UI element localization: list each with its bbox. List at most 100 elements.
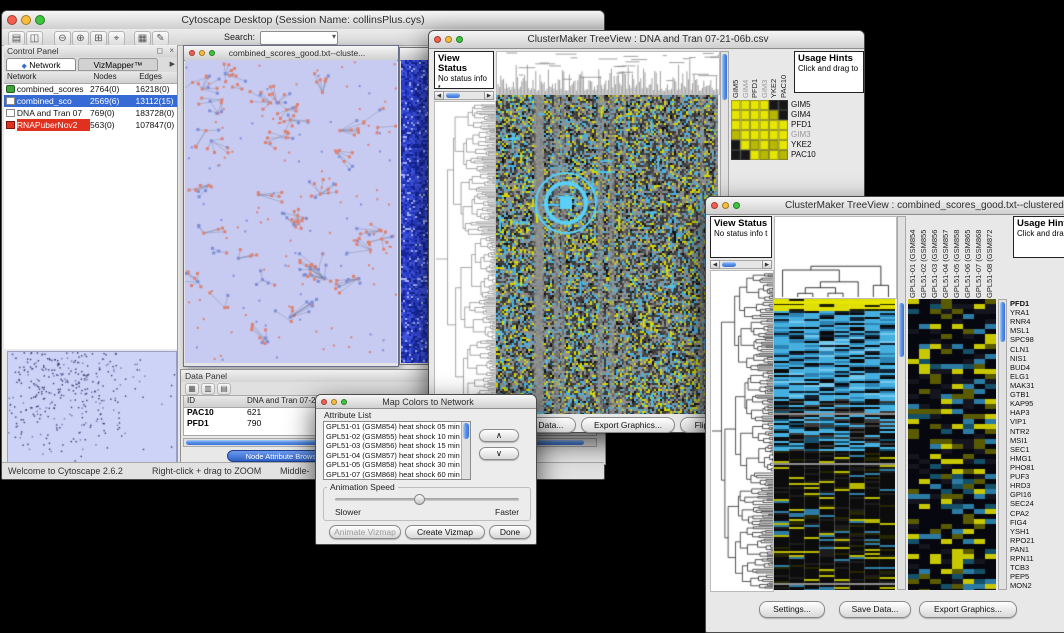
column-label[interactable]: GPL51-02 (GSM855: [919, 216, 930, 298]
zoom-button[interactable]: [341, 399, 347, 405]
close-panel-icon[interactable]: ×: [169, 46, 174, 55]
close-button[interactable]: [189, 50, 195, 56]
save-session-icon[interactable]: ◫: [26, 31, 43, 46]
scrollbar-thumb[interactable]: [463, 423, 469, 439]
gene-label[interactable]: MAK31: [1010, 381, 1062, 390]
open-session-icon[interactable]: ▤: [8, 31, 25, 46]
column-dendrogram-canvas[interactable]: [496, 51, 720, 95]
table-mode-icon[interactable]: ▥: [201, 383, 215, 395]
export-graphics-button[interactable]: Export Graphics...: [581, 417, 675, 433]
scrollbar-thumb[interactable]: [899, 303, 904, 357]
zoom-fit-icon[interactable]: ⊞: [90, 31, 107, 46]
row-label[interactable]: YKE2: [791, 140, 831, 150]
gene-label[interactable]: CLN1: [1010, 345, 1062, 354]
gene-label[interactable]: PFD1: [1010, 299, 1062, 308]
export-graphics-button[interactable]: Export Graphics...: [919, 601, 1017, 618]
close-button[interactable]: [321, 399, 327, 405]
gene-label[interactable]: CPA2: [1010, 509, 1062, 518]
treeview-combined-titlebar[interactable]: ClusterMaker TreeView : combined_scores_…: [706, 197, 1064, 215]
gene-label[interactable]: MSI1: [1010, 436, 1062, 445]
scrollbar-thumb[interactable]: [722, 54, 727, 100]
column-label[interactable]: PAC10: [779, 51, 789, 98]
settings-button[interactable]: Settings...: [759, 601, 825, 618]
tab-network[interactable]: ◆ Network: [6, 58, 76, 71]
minimize-button[interactable]: [445, 36, 452, 43]
gene-label[interactable]: ELG1: [1010, 372, 1062, 381]
listbox-vscrollbar[interactable]: [461, 422, 470, 479]
move-up-button[interactable]: ∧: [479, 429, 519, 442]
attribute-item[interactable]: GPL51-03 (GSM856) heat shock 15 min: [324, 441, 461, 451]
scroll-track[interactable]: [444, 91, 484, 100]
heatmap-vscrollbar[interactable]: [897, 216, 906, 590]
gene-label[interactable]: RPN11: [1010, 554, 1062, 563]
scrollbar-thumb[interactable]: [722, 262, 736, 267]
minimize-button[interactable]: [21, 15, 31, 25]
gene-label[interactable]: FIG4: [1010, 518, 1062, 527]
gene-label[interactable]: YSH1: [1010, 527, 1062, 536]
close-button[interactable]: [711, 202, 718, 209]
zoom-button[interactable]: [209, 50, 215, 56]
gene-label[interactable]: SEC1: [1010, 445, 1062, 454]
gene-label[interactable]: MSL1: [1010, 326, 1062, 335]
speed-slider-track[interactable]: [335, 498, 519, 501]
treeview-dna-titlebar[interactable]: ClusterMaker TreeView : DNA and Tran 07-…: [429, 31, 864, 49]
network-row[interactable]: combined_scores 2764(0) 16218(0): [4, 83, 177, 95]
network-row[interactable]: RNAPuberNov2 563(0) 107847(0): [4, 119, 177, 131]
tab-overflow-icon[interactable]: ▶: [170, 60, 175, 68]
attribute-item[interactable]: GPL51-07 (GSM868) heat shock 60 min: [324, 470, 461, 480]
network-row-selected[interactable]: combined_sco 2569(6) 13112(15): [4, 95, 177, 107]
attribute-listbox[interactable]: GPL51-01 (GSM854) heat shock 05 minGPL51…: [323, 421, 471, 480]
zoom-heatmap-canvas[interactable]: [731, 100, 788, 160]
column-label[interactable]: GPL51-06 (GSM865: [963, 216, 974, 298]
row-label[interactable]: GIM4: [791, 110, 831, 120]
attribute-item[interactable]: GPL51-01 (GSM854) heat shock 05 min: [324, 422, 461, 432]
column-label[interactable]: GPL51-04 (GSM857: [941, 216, 952, 298]
column-label[interactable]: GPL51-03 (GSM856: [930, 216, 941, 298]
gene-label[interactable]: PAN1: [1010, 545, 1062, 554]
row-dendrogram-canvas[interactable]: [434, 101, 496, 417]
zoom-heatmap-canvas[interactable]: [908, 299, 996, 590]
row-label[interactable]: GIM5: [791, 100, 831, 110]
gene-label[interactable]: TCB3: [1010, 563, 1062, 572]
gene-label[interactable]: SEC24: [1010, 499, 1062, 508]
gene-label[interactable]: PUF3: [1010, 472, 1062, 481]
minimize-button[interactable]: [722, 202, 729, 209]
zoom-vscrollbar[interactable]: [998, 299, 1007, 590]
animate-vizmap-button[interactable]: Animate Vizmap: [329, 525, 401, 539]
gene-label[interactable]: RPO21: [1010, 536, 1062, 545]
gene-label[interactable]: SPC98: [1010, 335, 1062, 344]
attribute-item[interactable]: GPL51-04 (GSM857) heat shock 20 min: [324, 451, 461, 461]
annotate-icon[interactable]: ✎: [152, 31, 169, 46]
gene-label[interactable]: YRA1: [1010, 308, 1062, 317]
network-view-titlebar[interactable]: combined_scores_good.txt--cluste...: [184, 46, 398, 61]
speed-slider-thumb[interactable]: [414, 494, 425, 505]
global-heatmap-canvas[interactable]: [496, 95, 718, 414]
gene-label[interactable]: VIP1: [1010, 417, 1062, 426]
gene-label[interactable]: HMG1: [1010, 454, 1062, 463]
minimize-button[interactable]: [199, 50, 205, 56]
zoom-out-icon[interactable]: ⊖: [54, 31, 71, 46]
attribute-item[interactable]: GPL51-02 (GSM855) heat shock 10 min: [324, 432, 461, 442]
gene-label[interactable]: NTR2: [1010, 427, 1062, 436]
column-label[interactable]: GIM5: [731, 51, 741, 98]
zoom-in-icon[interactable]: ⊕: [72, 31, 89, 46]
network-overview-thumbnail[interactable]: [7, 351, 177, 465]
column-label[interactable]: YKE2: [769, 51, 779, 98]
scrollbar-thumb[interactable]: [1000, 302, 1005, 342]
zoom-button[interactable]: [35, 15, 45, 25]
scroll-right-icon[interactable]: ▶: [762, 260, 772, 269]
scrollbar-thumb[interactable]: [446, 93, 460, 98]
gene-label[interactable]: NIS1: [1010, 354, 1062, 363]
column-label[interactable]: GPL51-07 (GSM868: [974, 216, 985, 298]
map-colors-titlebar[interactable]: Map Colors to Network: [316, 395, 536, 409]
save-data-button[interactable]: Save Data...: [839, 601, 911, 618]
network-canvas[interactable]: [185, 60, 397, 363]
close-button[interactable]: [434, 36, 441, 43]
row-label[interactable]: PAC10: [791, 150, 831, 160]
search-input[interactable]: [262, 32, 326, 44]
select-attributes-icon[interactable]: ▦: [185, 383, 199, 395]
global-heatmap-canvas[interactable]: [774, 299, 895, 590]
column-label[interactable]: GPL51-08 (GSM872: [985, 216, 996, 298]
columns-icon[interactable]: ▤: [217, 383, 231, 395]
gene-label[interactable]: RNR4: [1010, 317, 1062, 326]
